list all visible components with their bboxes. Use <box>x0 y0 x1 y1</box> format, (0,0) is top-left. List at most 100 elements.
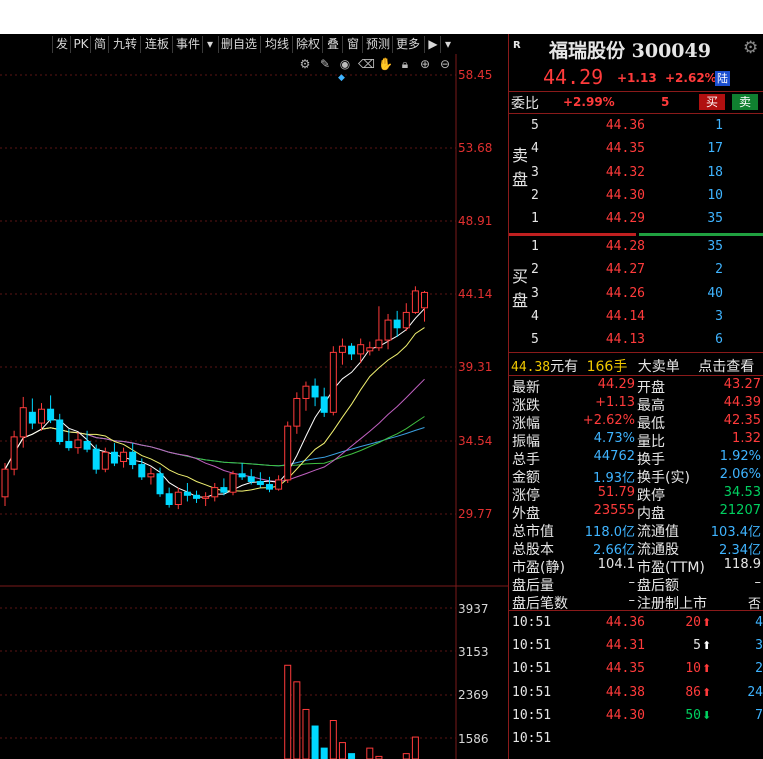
stat-label: 涨幅 <box>512 416 540 432</box>
big-order-row[interactable]: 44.38元有 166手 大卖单 点击查看 <box>511 356 754 376</box>
candle <box>302 385 310 399</box>
candle <box>357 344 365 355</box>
bid-price[interactable]: 44.13 <box>589 332 645 347</box>
hk-connect-badge: 陆 <box>715 71 730 86</box>
candle <box>92 448 100 470</box>
stat-value: 2.34亿 <box>719 543 761 558</box>
ask-volume: 18 <box>707 164 723 180</box>
candle <box>120 451 128 462</box>
stat-label: 总市值 <box>512 524 554 540</box>
stat-value: 1.92% <box>719 449 761 464</box>
last-price: 44.29 <box>543 65 604 89</box>
candle <box>19 407 27 438</box>
toolbar-item[interactable]: 事件 <box>172 36 203 53</box>
toolbar-item[interactable]: 均线 <box>260 36 293 53</box>
next-arrow-icon[interactable]: ▶ <box>424 36 441 53</box>
bid-price[interactable]: 44.26 <box>589 286 645 301</box>
buy-button[interactable]: 买 <box>699 94 725 110</box>
settings-gear-icon[interactable]: ⚙ <box>298 57 312 71</box>
tick-volume: 20 <box>685 615 701 630</box>
volume-bar <box>293 681 301 759</box>
stat-label: 流通股 <box>637 542 679 558</box>
toolbar-item[interactable]: 连板 <box>140 36 173 53</box>
big-order-price: 44.38 <box>511 360 551 375</box>
sell-button[interactable]: 卖 <box>732 94 758 110</box>
candle <box>110 451 118 464</box>
eye-icon[interactable]: ◉ <box>338 57 352 71</box>
tick-time: 10:51 <box>512 661 552 677</box>
bid-volume: 35 <box>707 239 723 254</box>
tick-count: 2 <box>755 661 763 677</box>
candle <box>10 436 18 470</box>
settings-gear-icon[interactable]: ⚙ <box>743 38 758 58</box>
trash-icon[interactable]: ⌫ <box>358 57 375 71</box>
toolbar-item[interactable]: 发 <box>52 36 71 53</box>
candle <box>411 290 419 313</box>
stat-value: 118.0亿 <box>584 525 635 540</box>
bid-volume: 6 <box>715 332 723 348</box>
volume-tick: 1586 <box>458 732 489 746</box>
ask-price[interactable]: 44.29 <box>589 211 645 226</box>
candle <box>421 291 429 309</box>
bid-price[interactable]: 44.27 <box>589 262 645 277</box>
hand-icon[interactable]: ✋ <box>378 57 393 71</box>
pen-icon[interactable]: ✎ <box>318 57 332 71</box>
candle <box>202 496 210 499</box>
toolbar-item[interactable]: PK <box>70 36 91 53</box>
volume-bar <box>348 753 356 759</box>
stat-value: 118.9 <box>723 557 761 572</box>
stat-value: – <box>628 575 636 590</box>
price-tick: 53.68 <box>458 141 493 155</box>
bid-price[interactable]: 44.28 <box>589 239 645 254</box>
kline-chart[interactable] <box>0 34 508 759</box>
candle <box>101 451 109 470</box>
divider <box>509 91 763 92</box>
stat-label: 换手 <box>637 452 665 468</box>
events-dropdown-icon[interactable]: ▾ <box>202 36 217 53</box>
tick-count: 24 <box>747 684 763 700</box>
candle <box>37 408 45 424</box>
stat-value: – <box>754 575 762 590</box>
stat-label: 最高 <box>637 398 665 414</box>
stat-label: 内盘 <box>637 506 665 522</box>
view-link[interactable]: 点击查看 <box>698 359 754 375</box>
toolbar-item[interactable]: 更多 <box>392 36 423 53</box>
diamond-marker-icon: ◆ <box>338 73 345 83</box>
ask-level: 1 <box>531 211 539 227</box>
stock-name: 福瑞股份 300049 <box>549 36 711 63</box>
stat-value: 42.35 <box>723 413 761 428</box>
ask-bar <box>509 233 636 236</box>
toolbar-item[interactable]: 预测 <box>362 36 393 53</box>
toolbar-item[interactable]: 除权 <box>292 36 323 53</box>
stat-value: 1.93亿 <box>593 471 635 486</box>
zoom-in-icon[interactable]: ⊕ <box>418 57 432 71</box>
stat-label: 最新 <box>512 380 540 396</box>
toolbar-item[interactable]: 叠 <box>322 36 343 53</box>
stat-value: 44.29 <box>597 377 635 392</box>
candle <box>311 385 319 398</box>
toolbar-item[interactable]: 九转 <box>108 36 141 53</box>
ask-price[interactable]: 44.36 <box>589 118 645 133</box>
lock-icon[interactable]: 🔒︎ <box>398 57 412 71</box>
toolbar-item[interactable]: 删自选 <box>218 36 259 53</box>
bid-price[interactable]: 44.14 <box>589 309 645 324</box>
ask-price[interactable]: 44.30 <box>589 188 645 203</box>
stat-label: 开盘 <box>637 380 665 396</box>
toolbar-item[interactable]: 简 <box>90 36 109 53</box>
ask-price[interactable]: 44.35 <box>589 141 645 156</box>
kline-chart-area[interactable]: 发 PK 简九转 连板 事件 ▾ 删自选 均线 除权叠窗预测 更多 ▶ ▾ ⚙ ✎ ◉ ⌫ ✋ 🔒︎ … <box>0 34 508 759</box>
ma20-line <box>4 378 425 483</box>
volume-bar <box>338 742 346 759</box>
more-dropdown-icon[interactable]: ▾ <box>440 36 455 53</box>
arrow-up-icon: ⬆ <box>702 616 712 629</box>
ask-volume: 10 <box>707 187 723 203</box>
toolbar-item[interactable]: 窗 <box>342 36 363 53</box>
bid-volume: 2 <box>715 262 723 278</box>
tick-count: 7 <box>755 707 763 723</box>
zoom-out-icon[interactable]: ⊖ <box>438 57 452 71</box>
stat-value: 23555 <box>593 503 635 518</box>
arrow-up-icon: ⬆ <box>702 662 712 676</box>
chart-toolbar: 发 PK 简九转 连板 事件 ▾ 删自选 均线 除权叠窗预测 更多 ▶ ▾ <box>0 34 456 54</box>
ask-price[interactable]: 44.32 <box>589 165 645 180</box>
tick-price: 44.36 <box>605 615 645 630</box>
